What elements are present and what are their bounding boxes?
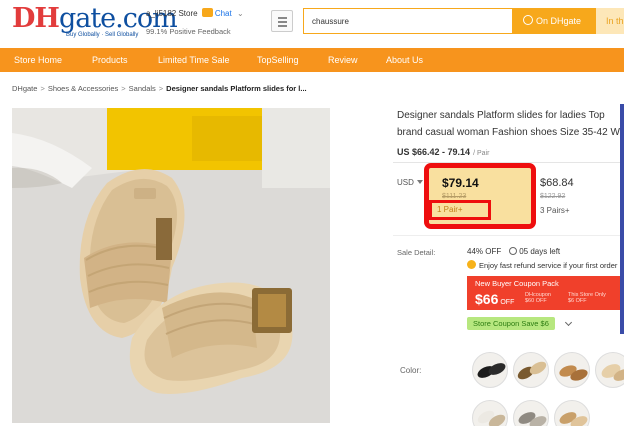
store-nav: Store Home Products Limited Time Sale To…	[0, 48, 624, 72]
color-swatch-tan[interactable]	[554, 400, 590, 426]
refund-text: Enjoy fast refund service if your first …	[479, 261, 618, 270]
search-store-button[interactable]: In this store	[596, 8, 624, 34]
store-info: a_li5182 Store Chat ⌄	[146, 8, 244, 18]
breadcrumb-sandals[interactable]: Sandals	[129, 84, 156, 93]
store-coupon-badge[interactable]: Store Coupon Save $6	[467, 317, 555, 330]
color-label: Color:	[400, 366, 422, 375]
tier-2-price[interactable]: $68.84	[540, 177, 574, 189]
sidebar-edge	[620, 104, 624, 334]
logo-dh: DH	[12, 3, 60, 34]
coupon-title: New Buyer Coupon Pack	[475, 279, 559, 288]
chevron-right-icon: >	[40, 84, 45, 93]
lightning-icon	[467, 260, 476, 269]
currency-select[interactable]: USD	[397, 178, 423, 187]
price-range: US $66.42 - 79.14/ Pair	[397, 147, 489, 157]
tier-2-old-price: $122.92	[540, 193, 566, 200]
header: DHgate.com Buy Globally · Sell Globally …	[0, 0, 624, 48]
search-store-label: In this store	[606, 16, 624, 26]
product-image[interactable]	[12, 108, 330, 423]
new-buyer-coupon[interactable]: New Buyer Coupon Pack $66 OFF DHcoupon $60…	[467, 276, 624, 310]
color-swatch-brown[interactable]	[554, 352, 590, 388]
tier-1-old-price: $111.23	[442, 193, 467, 200]
color-swatch-beige[interactable]	[595, 352, 624, 388]
clock-icon	[509, 247, 518, 255]
coupon-store-amount: $6 OFF	[568, 298, 587, 304]
divider	[393, 235, 624, 236]
product-title-line1: Designer sandals Platform slides for lad…	[397, 110, 605, 121]
coupon-dh-amount: $60 OFF	[525, 298, 547, 304]
product-title: Designer sandals Platform slides for lad…	[397, 107, 624, 141]
positive-feedback: 99.1% Positive Feedback	[146, 27, 231, 36]
sale-detail-label: Sale Detail:	[397, 248, 436, 257]
chat-icon[interactable]	[201, 8, 213, 17]
color-swatch-mixed[interactable]	[513, 352, 549, 388]
discount-percent: 44% OFF	[467, 247, 502, 256]
search-dhgate-button[interactable]: On DHgate	[513, 8, 596, 34]
caret-down-icon	[416, 180, 423, 184]
nav-products[interactable]: Products	[92, 48, 128, 72]
chat-link[interactable]: Chat	[215, 9, 232, 18]
color-swatch-grey[interactable]	[513, 400, 549, 426]
coupon-store: This Store Only $6 OFF	[568, 292, 606, 304]
search-input[interactable]	[304, 9, 504, 33]
tier-1-qty: 1 Pair+	[429, 200, 491, 220]
nav-review[interactable]: Review	[328, 48, 358, 72]
breadcrumb-current: Designer sandals Platform slides for l..…	[166, 84, 307, 93]
search-button-label: On DHgate	[536, 16, 582, 26]
discount-info: 44% OFF 05 days left	[467, 247, 560, 256]
coupon-amount: $66 OFF	[475, 291, 514, 307]
breadcrumb: DHgate > Shoes & Accessories > Sandals > Desig…	[12, 84, 307, 93]
store-name[interactable]: a_li5182 Store	[146, 9, 198, 18]
color-swatch-black[interactable]	[472, 352, 508, 388]
logo-tagline: Buy Globally · Sell Globally	[66, 32, 139, 38]
chevron-down-icon[interactable]	[564, 318, 573, 327]
search-icon	[523, 15, 533, 25]
tier-2-qty: 3 Pairs+	[540, 206, 570, 215]
dhgate-logo[interactable]: DHgate.com Buy Globally · Sell Globally	[12, 3, 178, 42]
price-unit: / Pair	[473, 150, 490, 157]
coupon-amount-value: $66	[475, 291, 499, 307]
nav-store-home[interactable]: Store Home	[14, 48, 62, 72]
tier-1-price: $79.14	[442, 176, 479, 190]
days-left: 05 days left	[519, 247, 561, 256]
price-range-value: US $66.42 - 79.14	[397, 147, 471, 157]
breadcrumb-shoes[interactable]: Shoes & Accessories	[48, 84, 118, 93]
currency-label: USD	[397, 178, 414, 187]
menu-icon[interactable]	[271, 10, 293, 32]
coupon-off: OFF	[500, 299, 515, 306]
refund-notice: Enjoy fast refund service if your first …	[467, 260, 617, 270]
nav-about-us[interactable]: About Us	[386, 48, 423, 72]
nav-limited-time-sale[interactable]: Limited Time Sale	[158, 48, 230, 72]
breadcrumb-dhgate[interactable]: DHgate	[12, 84, 37, 93]
chevron-right-icon: >	[158, 84, 164, 93]
chevron-right-icon: >	[121, 84, 126, 93]
coupon-dh: DHcoupon $60 OFF	[525, 292, 551, 304]
chevron-down-icon[interactable]: ⌄	[237, 9, 244, 18]
product-title-line2: brand casual woman Fashion shoes Size 35…	[397, 127, 620, 138]
color-swatch-white[interactable]	[472, 400, 508, 426]
search-box	[303, 8, 513, 34]
nav-topselling[interactable]: TopSelling	[257, 48, 299, 72]
